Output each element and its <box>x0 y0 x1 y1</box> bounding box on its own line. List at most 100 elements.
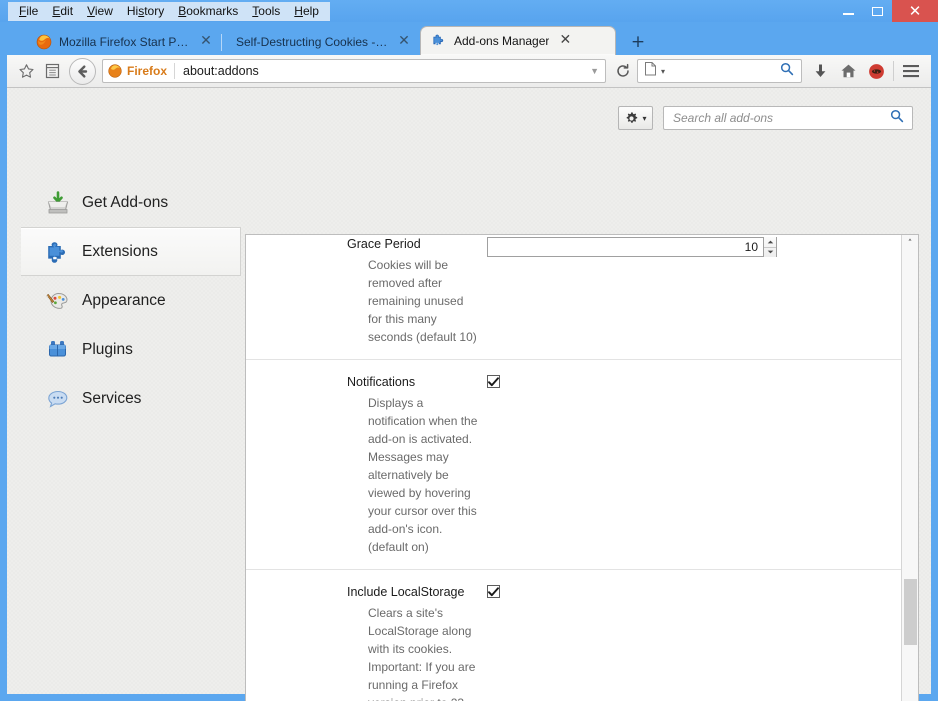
downloads-button[interactable] <box>806 58 834 84</box>
chevron-down-icon: ▾ <box>642 113 647 123</box>
checkmark-icon <box>488 376 499 386</box>
vertical-scrollbar-thumb[interactable] <box>904 579 917 645</box>
menu-history[interactable]: History <box>120 2 171 21</box>
search-bar[interactable]: ▾ <box>637 59 802 83</box>
extensions-puzzle-icon <box>45 239 71 265</box>
sidebar-item-get-addons[interactable]: Get Add-ons <box>21 178 241 227</box>
sidebar-item-label: Plugins <box>82 340 133 358</box>
search-input[interactable]: Search all add-ons <box>664 111 890 125</box>
self-destructing-cookies-button[interactable] <box>862 58 890 84</box>
sidebar-item-label: Extensions <box>82 242 158 260</box>
scroll-up-arrow-icon[interactable]: ˄ <box>902 235 918 252</box>
input-value[interactable]: 10 <box>488 240 763 254</box>
search-icon[interactable] <box>780 62 794 81</box>
bookmark-star-button[interactable] <box>13 58 39 84</box>
firefox-window: File Edit View History Bookmarks Tools H… <box>0 0 938 701</box>
minimize-icon <box>843 13 854 15</box>
sidebar-item-label: Services <box>82 389 142 407</box>
appearance-palette-icon <box>45 288 71 314</box>
tab-self-destructing-cookies[interactable]: Self-Destructing Cookies -- Sur... ✕ <box>226 28 418 55</box>
tab-close-icon[interactable]: ✕ <box>557 33 573 49</box>
pref-title: Notifications <box>347 375 416 389</box>
tab-separator <box>221 34 222 51</box>
reload-icon <box>617 63 629 77</box>
pref-row-grace-period: Grace Period Cookies will be removed aft… <box>246 235 902 360</box>
chevron-down-icon[interactable]: ▾ <box>661 67 665 76</box>
addons-toolbar: ▾ Search all add-ons <box>618 106 913 130</box>
firefox-icon <box>36 34 52 50</box>
include-localstorage-checkbox[interactable] <box>487 585 500 598</box>
identity-box[interactable]: Firefox <box>103 60 174 82</box>
pref-control-column <box>478 584 902 701</box>
cookie-blocked-icon <box>868 63 884 79</box>
sidebar-item-appearance[interactable]: Appearance <box>21 276 241 325</box>
bookmarks-sidebar-button[interactable] <box>39 58 65 84</box>
grace-period-input[interactable]: 10 <box>487 237 777 257</box>
navigation-toolbar: Firefox about:addons ▼ ▾ <box>7 55 931 88</box>
pref-label-column: Include LocalStorage Clears a site's Loc… <box>246 584 478 701</box>
pref-title: Grace Period <box>347 237 421 251</box>
tab-close-icon[interactable]: ✕ <box>198 33 214 50</box>
tab-strip: Mozilla Firefox Start Page ✕ Self-Destru… <box>0 22 938 55</box>
menu-tools[interactable]: Tools <box>245 2 287 21</box>
identity-label: Firefox <box>127 64 168 78</box>
url-bar[interactable]: Firefox about:addons ▼ <box>102 59 606 83</box>
minimize-button[interactable] <box>834 0 863 22</box>
menu-button[interactable] <box>897 58 925 84</box>
get-addons-icon <box>45 190 71 216</box>
tab-label: Mozilla Firefox Start Page <box>59 34 190 49</box>
sidebar-item-label: Get Add-ons <box>82 193 169 211</box>
stepper-down-icon[interactable] <box>764 248 776 258</box>
maximize-icon <box>872 6 883 16</box>
pref-label-column: Grace Period Cookies will be removed aft… <box>246 236 478 346</box>
reload-button[interactable] <box>611 63 635 79</box>
back-button[interactable] <box>69 57 96 85</box>
close-button[interactable]: ✕ <box>892 0 938 22</box>
addon-options-panel: Grace Period Cookies will be removed aft… <box>245 234 919 701</box>
pref-description: Clears a site's LocalStorage along with … <box>368 606 476 701</box>
addons-puzzle-icon <box>431 33 447 49</box>
menu-file[interactable]: File <box>12 2 45 21</box>
quantity-stepper[interactable] <box>763 237 776 257</box>
tab-close-icon[interactable]: ✕ <box>396 33 412 50</box>
sidebar-item-extensions[interactable]: Extensions <box>21 227 241 276</box>
pref-description: Displays a notification when the add-on … <box>368 396 478 554</box>
search-icon[interactable] <box>890 109 904 128</box>
pref-row-notifications: Notifications Displays a notification wh… <box>246 360 902 570</box>
tab-label: Self-Destructing Cookies -- Sur... <box>236 34 388 49</box>
pref-control-column: 10 <box>478 236 902 346</box>
menu-view[interactable]: View <box>80 2 120 21</box>
close-icon: ✕ <box>908 1 922 20</box>
url-text[interactable]: about:addons <box>175 64 584 78</box>
menu-edit[interactable]: Edit <box>45 2 80 21</box>
pref-description: Cookies will be removed after remaining … <box>368 258 477 344</box>
addons-tools-button[interactable]: ▾ <box>618 106 653 130</box>
tab-mozilla-firefox-start-page[interactable]: Mozilla Firefox Start Page ✕ <box>26 28 220 55</box>
menu-bookmarks[interactable]: Bookmarks <box>171 2 245 21</box>
category-list: Get Add-ons Extensions Appearance Plugin… <box>21 178 241 423</box>
new-tab-button[interactable]: + <box>629 34 647 52</box>
sidebar-item-label: Appearance <box>82 291 166 309</box>
addons-search-box[interactable]: Search all add-ons <box>663 106 913 130</box>
maximize-button[interactable] <box>863 0 892 22</box>
notifications-checkbox[interactable] <box>487 375 500 388</box>
vertical-scrollbar[interactable]: ˄ ˅ <box>901 235 918 701</box>
gear-icon <box>627 111 638 123</box>
preferences-list: Grace Period Cookies will be removed aft… <box>246 235 902 701</box>
tab-addons-manager[interactable]: Add-ons Manager ✕ <box>420 26 616 55</box>
addons-manager-pane: SnapFiles ▾ Search all add-ons <box>7 88 931 701</box>
firefox-identity-icon <box>108 64 122 78</box>
menu-bar: File Edit View History Bookmarks Tools H… <box>8 2 330 21</box>
chevron-down-icon[interactable]: ▼ <box>584 66 605 76</box>
plugins-icon <box>45 337 71 363</box>
pref-control-column <box>478 374 902 556</box>
download-icon <box>815 64 825 77</box>
sidebar-item-plugins[interactable]: Plugins <box>21 325 241 374</box>
blank-page-icon <box>644 61 657 81</box>
stepper-up-icon[interactable] <box>764 237 776 248</box>
tab-label: Add-ons Manager <box>454 34 550 48</box>
title-bar: File Edit View History Bookmarks Tools H… <box>0 0 938 22</box>
sidebar-item-services[interactable]: Services <box>21 374 241 423</box>
home-button[interactable] <box>834 58 862 84</box>
menu-help[interactable]: Help <box>287 2 326 21</box>
